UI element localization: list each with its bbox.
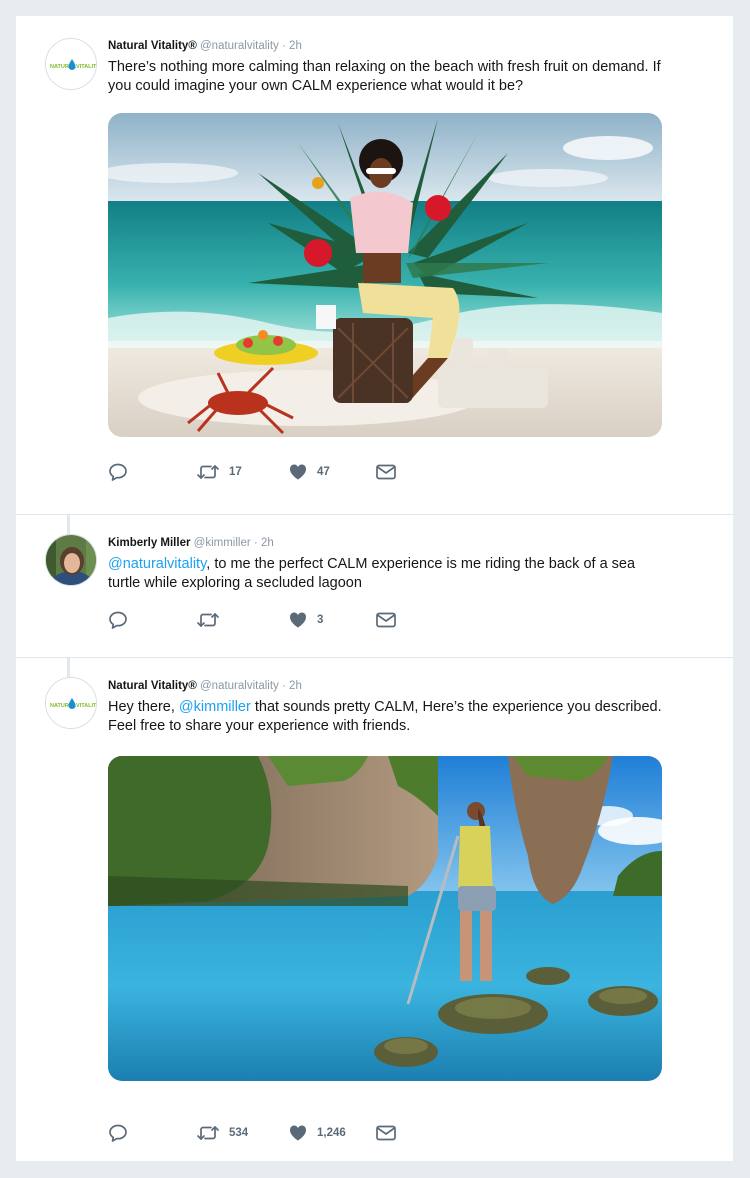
separator-dot: · [282,40,286,52]
separator-dot: · [282,680,286,692]
separator-dot: · [253,537,258,549]
tweet-actions: 534 1,246 [108,1122,428,1144]
beach-scene-image [108,113,662,437]
display-name[interactable]: Natural Vitality® [108,40,197,52]
tweet-3[interactable]: NATURAL VITALITY Natural Vitality® @natu… [16,658,733,1161]
reply-button[interactable] [108,609,137,631]
avatar[interactable] [45,534,97,586]
natural-vitality-logo: NATURAL VITALITY [46,678,97,728]
handle[interactable]: @naturalvitality [200,680,279,692]
handle[interactable]: @kimmiller [194,537,251,549]
logo-text-vitality: VITALITY [76,703,97,709]
reply-icon [109,463,127,481]
tweet-actions: 3 [108,609,428,631]
tweet-text-part: Hey there, [108,699,179,715]
retweet-button[interactable]: 17 [196,461,242,483]
timestamp[interactable]: 2h [261,537,274,549]
tweet-text: Hey there, @kimmiller that sounds pretty… [108,698,688,736]
heart-icon [289,464,307,480]
reply-button[interactable] [108,461,137,483]
like-count: 1,246 [317,1127,346,1139]
tweet-1[interactable]: NATURAL VITALITY Natural Vitality® @natu… [16,16,733,514]
envelope-icon [376,1125,396,1141]
display-name[interactable]: Kimberly Miller [108,537,190,549]
handle[interactable]: @naturalvitality [200,40,279,52]
envelope-icon [376,464,396,480]
mention-link[interactable]: @naturalvitality [108,556,206,572]
tweet-2[interactable]: Kimberly Miller @kimmiller · 2h @natural… [16,515,733,657]
avatar[interactable]: NATURAL VITALITY [45,38,97,90]
reply-icon [109,611,127,629]
message-button[interactable] [375,461,406,483]
tweet-image-lagoon[interactable] [108,756,662,1081]
avatar[interactable]: NATURAL VITALITY [45,677,97,729]
like-count: 3 [317,614,324,626]
mention-link[interactable]: @kimmiller [179,699,251,715]
heart-icon [289,612,307,628]
tweet-text: @naturalvitality, to me the perfect CALM… [108,555,648,593]
retweet-icon [197,1126,219,1140]
envelope-icon [376,612,396,628]
retweet-count: 534 [229,1127,249,1139]
retweet-button[interactable] [196,609,229,631]
like-button[interactable]: 47 [288,461,330,483]
tweet-actions: 17 47 [108,461,428,483]
retweet-count: 17 [229,466,242,478]
timestamp[interactable]: 2h [289,40,302,52]
tweet-text: There’s nothing more calming than relaxi… [108,58,678,96]
retweet-icon [197,465,219,479]
like-button[interactable]: 1,246 [288,1122,346,1144]
retweet-button[interactable]: 534 [196,1122,248,1144]
display-name[interactable]: Natural Vitality® [108,680,197,692]
natural-vitality-logo: NATURAL VITALITY [46,39,97,89]
lagoon-scene-image [108,756,662,1081]
tweet-header: Natural Vitality® @naturalvitality · 2h [108,680,302,692]
message-button[interactable] [375,1122,406,1144]
reply-icon [109,1124,127,1142]
kimberly-miller-photo [46,535,96,585]
heart-icon [289,1125,307,1141]
tweet-text-part: There’s nothing more calming than relaxi… [108,59,661,94]
reply-button[interactable] [108,1122,137,1144]
like-button[interactable]: 3 [288,609,323,631]
timeline-card: NATURAL VITALITY Natural Vitality® @natu… [16,16,733,1161]
logo-text-vitality: VITALITY [76,64,97,70]
timestamp[interactable]: 2h [289,680,302,692]
tweet-header: Kimberly Miller @kimmiller · 2h [108,537,274,549]
like-count: 47 [317,466,330,478]
tweet-header: Natural Vitality® @naturalvitality · 2h [108,40,302,52]
retweet-icon [197,613,219,627]
tweet-image-beach[interactable] [108,113,662,437]
message-button[interactable] [375,609,406,631]
